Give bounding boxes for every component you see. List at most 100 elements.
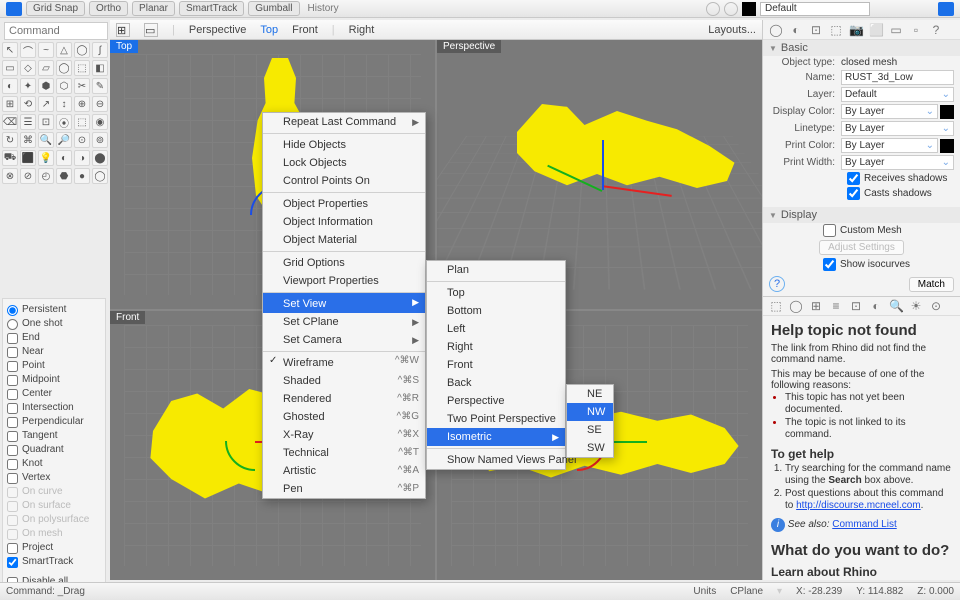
help-tab9-icon[interactable]: ⊙ [929, 299, 943, 313]
osnap-checkbox[interactable] [7, 543, 18, 554]
tool-button-5[interactable]: ∫ [92, 42, 108, 58]
tool-button-21[interactable]: ↕ [56, 96, 72, 112]
smarttrack-toggle[interactable]: SmartTrack [179, 1, 244, 16]
tool-button-29[interactable]: ◉ [92, 114, 108, 130]
tool-button-28[interactable]: ⬚ [74, 114, 90, 130]
menu-item[interactable]: X-Ray^⌘X [263, 426, 425, 444]
menu-item[interactable]: Show Named Views Panel [427, 448, 565, 469]
tool-button-39[interactable]: ◐ [56, 150, 72, 166]
tool-button-3[interactable]: △ [56, 42, 72, 58]
tool-button-13[interactable]: ✦ [20, 78, 36, 94]
osnap-checkbox[interactable] [7, 431, 18, 442]
menu-item[interactable]: Grid Options [263, 251, 425, 272]
help-tab3-icon[interactable]: ⊞ [809, 299, 823, 313]
layer-swatch-icon[interactable] [742, 2, 756, 16]
osnap-checkbox[interactable] [7, 389, 18, 400]
menu-item[interactable]: Front [427, 356, 565, 374]
help-tab7-icon[interactable]: 🔍 [889, 299, 903, 313]
more-tab-icon[interactable]: ▫ [909, 23, 923, 37]
help-icon[interactable]: ? [769, 276, 785, 292]
tool-button-6[interactable]: ▭ [2, 60, 18, 76]
tool-button-40[interactable]: ◑ [74, 150, 90, 166]
prop-value-select[interactable]: By Layer ⌄ [841, 138, 938, 153]
menu-item[interactable]: Hide Objects [263, 133, 425, 154]
tab-perspective[interactable]: Perspective [189, 24, 246, 36]
osnap-checkbox[interactable] [7, 361, 18, 372]
osnap-mode-radio[interactable] [7, 305, 18, 316]
tool-button-31[interactable]: ⌘ [20, 132, 36, 148]
tool-button-44[interactable]: ◴ [38, 168, 54, 184]
light-tab-icon[interactable]: ⬜ [869, 23, 883, 37]
menu-item[interactable]: Artistic^⌘A [263, 462, 425, 480]
menu-item[interactable]: SW [567, 439, 613, 457]
menu-item[interactable]: Set View▶ [263, 292, 425, 313]
menu-item[interactable]: Viewport Properties [263, 272, 425, 290]
casts-shadows-checkbox[interactable] [847, 187, 860, 200]
menu-item[interactable]: NE [567, 385, 613, 403]
menu-item[interactable]: Lock Objects [263, 154, 425, 172]
panel-toggle-icon[interactable] [938, 2, 954, 16]
tool-button-37[interactable]: ⬛ [20, 150, 36, 166]
menu-item[interactable]: Repeat Last Command▶ [263, 113, 425, 131]
texture-tab-icon[interactable]: ⊡ [809, 23, 823, 37]
tool-button-12[interactable]: ◐ [2, 78, 18, 94]
ortho-toggle[interactable]: Ortho [89, 1, 128, 16]
command-list-link[interactable]: Command List [832, 519, 896, 530]
osnap-mode-radio[interactable] [7, 319, 18, 330]
tool-button-17[interactable]: ✎ [92, 78, 108, 94]
tool-button-20[interactable]: ↗ [38, 96, 54, 112]
osnap-checkbox[interactable] [7, 459, 18, 470]
help-tab4-icon[interactable]: ≡ [829, 299, 843, 313]
help-tab5-icon[interactable]: ⊡ [849, 299, 863, 313]
tool-button-8[interactable]: ▱ [38, 60, 54, 76]
menu-item[interactable]: Bottom [427, 302, 565, 320]
tool-button-15[interactable]: ⬡ [56, 78, 72, 94]
menu-item[interactable]: SE [567, 421, 613, 439]
menu-item[interactable]: Two Point Perspective [427, 410, 565, 428]
tool-button-43[interactable]: ⊘ [20, 168, 36, 184]
menu-item[interactable]: Technical^⌘T [263, 444, 425, 462]
tool-button-1[interactable]: ⌒ [20, 42, 36, 58]
menu-item[interactable]: Object Properties [263, 192, 425, 213]
menu-item[interactable]: Set Camera▶ [263, 331, 425, 349]
history-label[interactable]: History [308, 3, 339, 14]
gridsnap-toggle[interactable]: Grid Snap [26, 1, 85, 16]
tool-button-41[interactable]: ⬤ [92, 150, 108, 166]
prop-value-select[interactable]: By Layer ⌄ [841, 155, 954, 170]
color-swatch[interactable] [940, 105, 954, 119]
tool-button-45[interactable]: ⬣ [56, 168, 72, 184]
planar-toggle[interactable]: Planar [132, 1, 175, 16]
tool-button-47[interactable]: ◯ [92, 168, 108, 184]
menu-item[interactable]: Shaded^⌘S [263, 372, 425, 390]
menu-item[interactable]: Wireframe✓^⌘W [263, 351, 425, 372]
gumball-z-axis[interactable] [602, 140, 604, 190]
viewport-label[interactable]: Front [110, 311, 145, 324]
tool-button-0[interactable]: ↖ [2, 42, 18, 58]
tool-button-34[interactable]: ⊙ [74, 132, 90, 148]
status-units[interactable]: Units [693, 586, 716, 597]
help-tab-icon[interactable]: ? [929, 23, 943, 37]
tool-button-16[interactable]: ✂ [74, 78, 90, 94]
prop-value-select[interactable]: RUST_3d_Low [841, 70, 954, 85]
help-tab2-icon[interactable]: ◯ [789, 299, 803, 313]
tool-button-25[interactable]: ☰ [20, 114, 36, 130]
tool-button-7[interactable]: ◇ [20, 60, 36, 76]
context-menu[interactable]: Repeat Last Command▶ Hide ObjectsLock Obj… [262, 112, 426, 499]
custom-mesh-checkbox[interactable] [823, 224, 836, 237]
status-cplane[interactable]: CPlane [730, 586, 763, 597]
receives-shadows-checkbox[interactable] [847, 172, 860, 185]
osnap-checkbox[interactable] [7, 417, 18, 428]
tool-button-18[interactable]: ⊞ [2, 96, 18, 112]
menu-item[interactable]: Rendered^⌘R [263, 390, 425, 408]
tool-button-14[interactable]: ⬢ [38, 78, 54, 94]
osnap-checkbox[interactable] [7, 473, 18, 484]
layer-selector[interactable]: Default [760, 2, 870, 16]
tool-button-32[interactable]: 🔍 [38, 132, 54, 148]
osnap-checkbox[interactable] [7, 403, 18, 414]
menu-item[interactable]: Pen^⌘P [263, 480, 425, 498]
help-tab8-icon[interactable]: ☀ [909, 299, 923, 313]
prop-value-select[interactable]: By Layer ⌄ [841, 121, 954, 136]
tool-button-4[interactable]: ◯ [74, 42, 90, 58]
viewport-label[interactable]: Top [110, 40, 138, 53]
menu-item[interactable]: Object Information [263, 213, 425, 231]
